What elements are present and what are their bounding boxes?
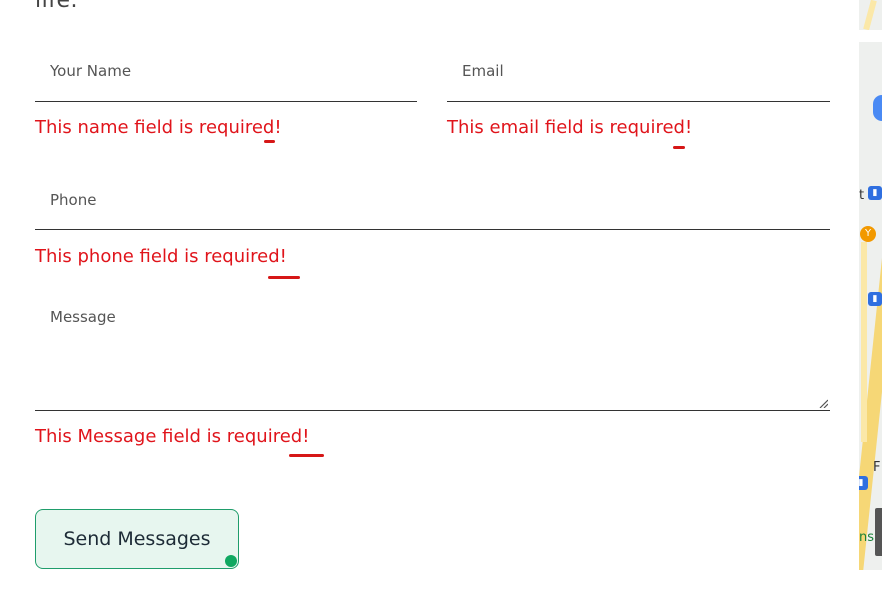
status-dot-icon [225, 555, 237, 567]
message-textarea[interactable] [35, 297, 830, 410]
map-label: t [859, 188, 865, 203]
resize-grip-icon[interactable] [818, 398, 828, 408]
name-input[interactable] [35, 41, 417, 101]
annotation-underline [673, 146, 685, 149]
annotation-underline [289, 454, 324, 457]
phone-input[interactable] [35, 170, 830, 229]
map-embed[interactable]: t ▮ Y ▮ F ▮ ns [859, 42, 882, 570]
email-input[interactable] [447, 41, 830, 101]
map-label: ns [859, 530, 875, 545]
bus-stop-icon[interactable]: ▮ [868, 292, 882, 306]
annotation-underline [264, 140, 275, 143]
send-messages-button[interactable]: Send Messages [35, 509, 239, 569]
map-preview-top [859, 0, 882, 30]
map-label: F [873, 460, 881, 475]
name-error-message: This name field is required! [35, 117, 282, 138]
phone-error-message: This phone field is required! [35, 246, 287, 267]
name-field-wrapper [35, 41, 417, 102]
map-location-pin-icon[interactable] [873, 95, 882, 121]
map-road [863, 0, 877, 30]
email-field-wrapper [447, 41, 830, 102]
section-intro-text: life. [35, 0, 78, 13]
annotation-underline [268, 276, 300, 279]
phone-field-wrapper [35, 170, 830, 230]
message-error-message: This Message field is required! [35, 426, 310, 447]
map-road [861, 242, 867, 442]
email-error-message: This email field is required! [447, 117, 693, 138]
bus-stop-icon[interactable]: ▮ [868, 186, 882, 200]
bus-stop-icon[interactable]: ▮ [859, 476, 868, 490]
bar-icon[interactable]: Y [860, 226, 876, 242]
message-field-wrapper [35, 297, 830, 411]
photo-thumbnail[interactable] [875, 508, 882, 556]
